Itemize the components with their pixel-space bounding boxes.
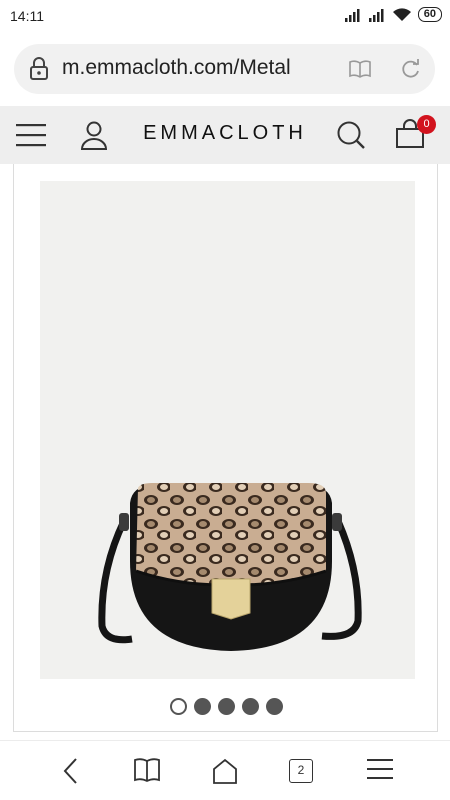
pagination-dot[interactable]	[194, 698, 211, 715]
pagination-dot[interactable]	[266, 698, 283, 715]
url-text[interactable]: m.emmacloth.com/Metal	[62, 56, 324, 80]
signal-icon	[344, 8, 360, 22]
status-time: 14:11	[10, 8, 44, 24]
back-icon[interactable]	[62, 757, 78, 785]
bookmarks-icon[interactable]	[133, 757, 161, 783]
battery-indicator: 60	[417, 7, 442, 22]
pagination-dot[interactable]	[242, 698, 259, 715]
home-icon[interactable]	[211, 757, 239, 785]
menu-icon[interactable]	[367, 757, 393, 781]
tabs-count-button[interactable]: 2	[289, 759, 313, 783]
signal-icon	[368, 8, 384, 22]
menu-icon[interactable]	[16, 123, 46, 147]
address-bar[interactable]: m.emmacloth.com/Metal	[14, 44, 435, 94]
product-image[interactable]	[40, 181, 415, 679]
wifi-icon	[392, 8, 411, 21]
gallery-pagination	[14, 698, 439, 715]
status-bar: 14:11 60	[0, 0, 450, 32]
search-icon[interactable]	[336, 120, 366, 150]
bag-illustration	[98, 483, 362, 651]
pagination-dot[interactable]	[218, 698, 235, 715]
pagination-dot[interactable]	[170, 698, 187, 715]
browser-bottom-bar: 2	[0, 740, 450, 800]
cart-count-badge: 0	[417, 115, 436, 134]
product-gallery	[13, 164, 438, 732]
lock-icon	[30, 57, 48, 80]
status-icons: 60	[344, 7, 442, 22]
reader-mode-icon[interactable]	[348, 59, 372, 79]
reload-icon[interactable]	[400, 58, 422, 80]
site-header: EMMACLOTH 0	[0, 106, 450, 164]
site-logo[interactable]: EMMACLOTH	[100, 122, 350, 145]
